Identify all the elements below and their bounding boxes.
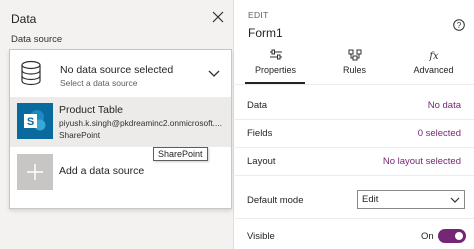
chevron-down-icon[interactable] (208, 70, 220, 78)
help-icon[interactable]: ? (453, 19, 465, 31)
data-row[interactable]: Data No data (235, 91, 474, 119)
default-mode-value: Edit (362, 194, 379, 205)
data-pane-title: Data (11, 12, 37, 26)
source-type: SharePoint (59, 130, 101, 140)
fx-icon: fx (428, 51, 439, 61)
default-mode-select[interactable]: Edit (357, 190, 465, 209)
sharepoint-icon: S (17, 103, 53, 139)
tab-label: Rules (342, 65, 366, 75)
layout-value[interactable]: No layout selected (383, 156, 461, 167)
no-source-text: No data source selected (60, 64, 174, 76)
database-icon (21, 60, 41, 86)
source-name: Product Table (59, 104, 124, 116)
tab-rules[interactable]: Rules (315, 49, 394, 83)
fields-label: Fields (247, 128, 273, 139)
visible-state: On (421, 231, 434, 242)
toggle-knob (455, 232, 463, 240)
rules-icon (348, 49, 361, 61)
add-data-source-label: Add a data source (59, 165, 145, 177)
visible-label: Visible (247, 231, 275, 242)
source-account: piyush.k.singh@pkdreaminc2.onmicrosoft..… (59, 118, 222, 128)
tab-advanced[interactable]: fx Advanced (394, 49, 473, 83)
layout-row[interactable]: Layout No layout selected (235, 147, 474, 175)
data-label: Data (247, 100, 268, 111)
svg-text:S: S (27, 116, 34, 128)
layout-label: Layout (247, 156, 276, 167)
data-value[interactable]: No data (428, 100, 461, 111)
plus-icon (17, 154, 53, 190)
data-source-label: Data source (11, 34, 63, 45)
divider (235, 175, 474, 176)
tab-properties[interactable]: Properties (236, 49, 315, 83)
data-source-item-product-table[interactable]: S Product Table piyush.k.singh@pkdreamin… (10, 97, 231, 147)
section-label: EDIT (248, 10, 269, 20)
fields-value[interactable]: 0 selected (418, 128, 461, 139)
svg-text:fx: fx (428, 51, 439, 61)
form-name: Form1 (248, 26, 283, 40)
divider (235, 84, 474, 85)
data-source-dropdown: No data source selected Select a data so… (9, 49, 232, 209)
svg-text:?: ? (457, 21, 462, 30)
properties-panel: EDIT Form1 ? Properties Rules fx Advance… (235, 0, 474, 249)
data-source-selector[interactable]: No data source selected Select a data so… (10, 50, 231, 96)
divider (235, 218, 474, 219)
chevron-down-icon (450, 197, 460, 203)
tooltip: SharePoint (153, 147, 208, 161)
select-source-hint: Select a data source (60, 78, 138, 88)
default-mode-label: Default mode (247, 195, 304, 206)
visible-toggle[interactable] (438, 229, 466, 243)
fields-row[interactable]: Fields 0 selected (235, 119, 474, 147)
properties-icon (269, 49, 282, 60)
data-pane: Data Data source No data source selected… (0, 0, 234, 249)
tab-label: Advanced (413, 65, 454, 75)
close-icon[interactable] (212, 11, 224, 23)
tab-label: Properties (254, 65, 297, 75)
